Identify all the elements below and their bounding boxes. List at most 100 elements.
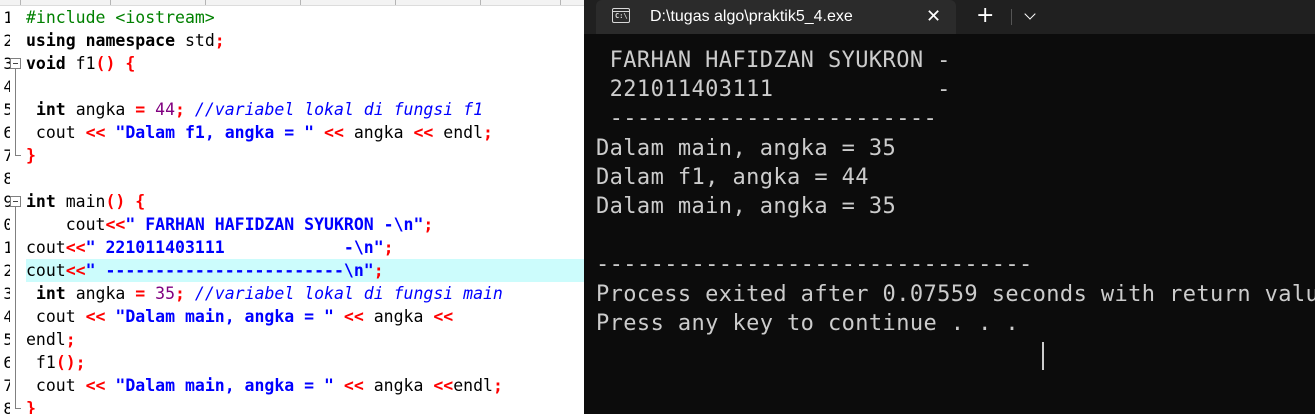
code-token: 44 (155, 100, 176, 119)
fold-margin (10, 6, 26, 414)
code-token: () { (105, 192, 146, 211)
code-token: angka (75, 100, 136, 119)
code-token: (); (55, 353, 86, 372)
code-token: ; (483, 123, 493, 142)
code-token: ; (214, 31, 225, 50)
code-line[interactable]: cout << "Dalam main, angka = " << angka … (26, 305, 584, 328)
code-token: f1 (26, 353, 56, 372)
new-tab-button[interactable]: + (976, 0, 994, 34)
code-token: "Dalam f1, angka = " (115, 123, 315, 142)
code-token: = (135, 284, 156, 303)
code-token: << (413, 123, 444, 142)
code-line[interactable]: using namespace std; (26, 29, 584, 52)
console-line: ------------------------ (596, 106, 938, 132)
code-line[interactable]: #include <iostream> (26, 6, 584, 29)
code-line[interactable]: cout << "Dalam f1, angka = " << angka <<… (26, 121, 584, 144)
code-line[interactable]: } (26, 144, 584, 167)
code-line[interactable]: cout<<" FARHAN HAFIDZAN SYUKRON -\n"; (26, 213, 584, 236)
line-number: 9 (3, 192, 10, 211)
code-token: "Dalam main, angka = " (115, 307, 334, 326)
code-token: << (85, 376, 116, 395)
fold-toggle-icon[interactable] (10, 196, 21, 207)
code-token: () { (95, 54, 136, 73)
code-token: endl (443, 123, 484, 142)
code-token: << (433, 376, 454, 395)
code-token: << (333, 307, 374, 326)
code-token: f1 (75, 54, 96, 73)
line-number: 3 (3, 284, 10, 303)
close-tab-button[interactable]: ✕ (926, 0, 941, 34)
code-token: cout (26, 215, 106, 234)
code-line[interactable]: void f1() { (26, 52, 584, 75)
code-token: << (65, 238, 86, 257)
text-cursor (1042, 342, 1044, 370)
line-number: 0 (3, 215, 10, 234)
code-token: << (433, 307, 454, 326)
code-token: << (333, 376, 374, 395)
code-token: int (35, 100, 76, 119)
fold-end-mark (15, 155, 21, 156)
console-line: Dalam main, angka = 35 (596, 194, 897, 219)
code-line[interactable]: f1(); (26, 351, 584, 374)
code-token: 35 (155, 284, 176, 303)
console-line: Dalam f1, angka = 44 (596, 164, 869, 190)
code-token: endl (26, 330, 66, 349)
code-token: << (85, 307, 116, 326)
code-token: << (314, 123, 354, 142)
code-token: std (184, 31, 215, 50)
code-token: cout (26, 261, 66, 280)
terminal-tab[interactable]: C:\ D:\tugas algo\praktik5_4.exe ✕ (596, 0, 956, 34)
code-editor[interactable]: 1 2 3 4 5 6 7 8 9 0 1 2 3 4 5 6 7 8 #include <iostream> us… (0, 0, 584, 414)
code-token: " 221011403111 -\n" (85, 238, 384, 257)
line-number: 8 (3, 169, 10, 188)
line-number: 4 (3, 77, 10, 96)
line-number: 7 (3, 376, 10, 395)
code-line[interactable]: int angka = 35; //variabel lokal di fung… (26, 282, 584, 305)
console-line: 221011403111 - (596, 77, 951, 103)
code-token: int (26, 192, 66, 211)
console-line: Dalam main, angka = 35 (596, 135, 897, 161)
chevron-down-icon[interactable] (1024, 8, 1036, 20)
line-number: 2 (3, 31, 10, 50)
code-line[interactable] (26, 167, 584, 190)
code-token: } (26, 399, 36, 414)
code-line[interactable]: cout << "Dalam main, angka = " << angka … (26, 374, 584, 397)
code-line[interactable]: int main() { (26, 190, 584, 213)
code-token: main (65, 192, 106, 211)
code-token: endl (453, 376, 493, 395)
code-token: << (65, 261, 86, 280)
code-line[interactable]: cout<<" ------------------------\n"; (26, 259, 584, 282)
line-number: 2 (3, 261, 10, 280)
code-line[interactable]: cout<<" 221011403111 -\n"; (26, 236, 584, 259)
code-token: << (105, 215, 126, 234)
code-token: cout (26, 376, 86, 395)
code-token: int (35, 284, 76, 303)
fold-end-mark (15, 408, 21, 409)
line-number: 6 (3, 123, 10, 142)
terminal-window[interactable]: C:\ D:\tugas algo\praktik5_4.exe ✕ + FAR… (584, 0, 1315, 414)
line-number: 1 (3, 238, 10, 257)
console-line: -------------------------------- (596, 252, 1033, 278)
code-token: cout (26, 307, 86, 326)
code-line[interactable] (26, 75, 584, 98)
code-token: ; (175, 100, 195, 119)
console-line: Process exited after 0.07559 seconds wit… (596, 281, 1315, 307)
line-number: 5 (3, 100, 10, 119)
console-output[interactable]: FARHAN HAFIDZAN SYUKRON - 221011403111 -… (584, 34, 1315, 414)
code-token: " ------------------------\n" (85, 261, 374, 280)
code-area[interactable]: #include <iostream> using namespace std; v… (26, 6, 584, 414)
code-line[interactable]: int angka = 44; //variabel lokal di fung… (26, 98, 584, 121)
code-token: ; (65, 330, 76, 349)
code-token: cout (26, 123, 86, 142)
line-number: 3 (3, 54, 10, 73)
line-number: 6 (3, 353, 10, 372)
code-token: #include <iostream> (26, 8, 215, 27)
code-token: angka (373, 307, 434, 326)
code-line[interactable]: } (26, 397, 584, 414)
code-token: angka (353, 123, 414, 142)
code-token: = (135, 100, 156, 119)
code-line[interactable]: endl; (26, 328, 584, 351)
code-token: angka (373, 376, 434, 395)
fold-toggle-icon[interactable] (10, 58, 21, 69)
tab-separator (1011, 9, 1012, 25)
